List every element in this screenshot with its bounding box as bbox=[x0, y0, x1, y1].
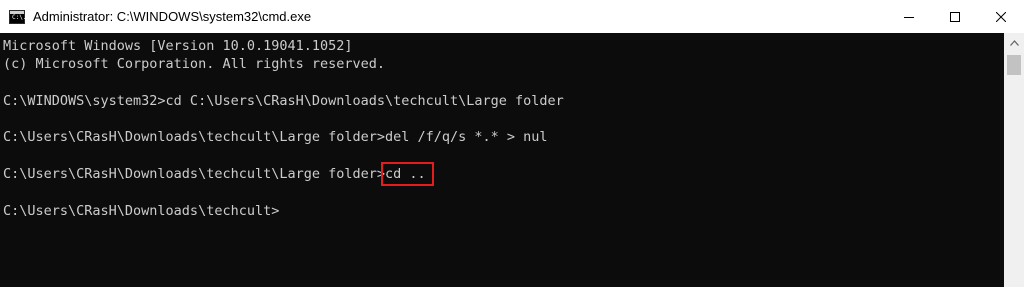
title-bar[interactable]: C:\. Administrator: C:\WINDOWS\system32\… bbox=[0, 0, 1024, 33]
vertical-scrollbar[interactable] bbox=[1004, 33, 1024, 287]
chevron-up-icon bbox=[1009, 40, 1019, 46]
cmd-window: C:\. Administrator: C:\WINDOWS\system32\… bbox=[0, 0, 1024, 287]
cmd-icon: C:\. bbox=[9, 9, 27, 24]
close-button[interactable] bbox=[978, 0, 1024, 33]
console-line: C:\WINDOWS\system32>cd C:\Users\CRasH\Do… bbox=[3, 92, 564, 109]
highlighted-console-line: C:\Users\CRasH\Downloads\techcult\Large … bbox=[3, 162, 1004, 187]
window-title: Administrator: C:\WINDOWS\system32\cmd.e… bbox=[33, 9, 312, 24]
minimize-icon bbox=[904, 16, 914, 18]
close-icon bbox=[996, 11, 1006, 22]
minimize-button[interactable] bbox=[886, 0, 932, 33]
console-output[interactable]: Microsoft Windows [Version 10.0.19041.10… bbox=[0, 33, 1004, 287]
console-line: C:\Users\CRasH\Downloads\techcult\Large … bbox=[3, 129, 548, 146]
caption-buttons bbox=[886, 0, 1024, 33]
scrollbar-thumb[interactable] bbox=[1007, 55, 1021, 75]
console-line: C:\Users\CRasH\Downloads\techcult> bbox=[3, 202, 280, 219]
scroll-up-button[interactable] bbox=[1004, 33, 1024, 53]
console-prompt: C:\Users\CRasH\Downloads\techcult\Large … bbox=[3, 166, 386, 183]
console-line: Microsoft Windows [Version 10.0.19041.10… bbox=[3, 38, 353, 54]
maximize-icon bbox=[950, 11, 960, 22]
highlighted-command: cd .. bbox=[381, 162, 434, 187]
maximize-button[interactable] bbox=[932, 0, 978, 33]
cmd-icon-label: C:\. bbox=[12, 13, 27, 21]
console-line: (c) Microsoft Corporation. All rights re… bbox=[3, 56, 386, 73]
